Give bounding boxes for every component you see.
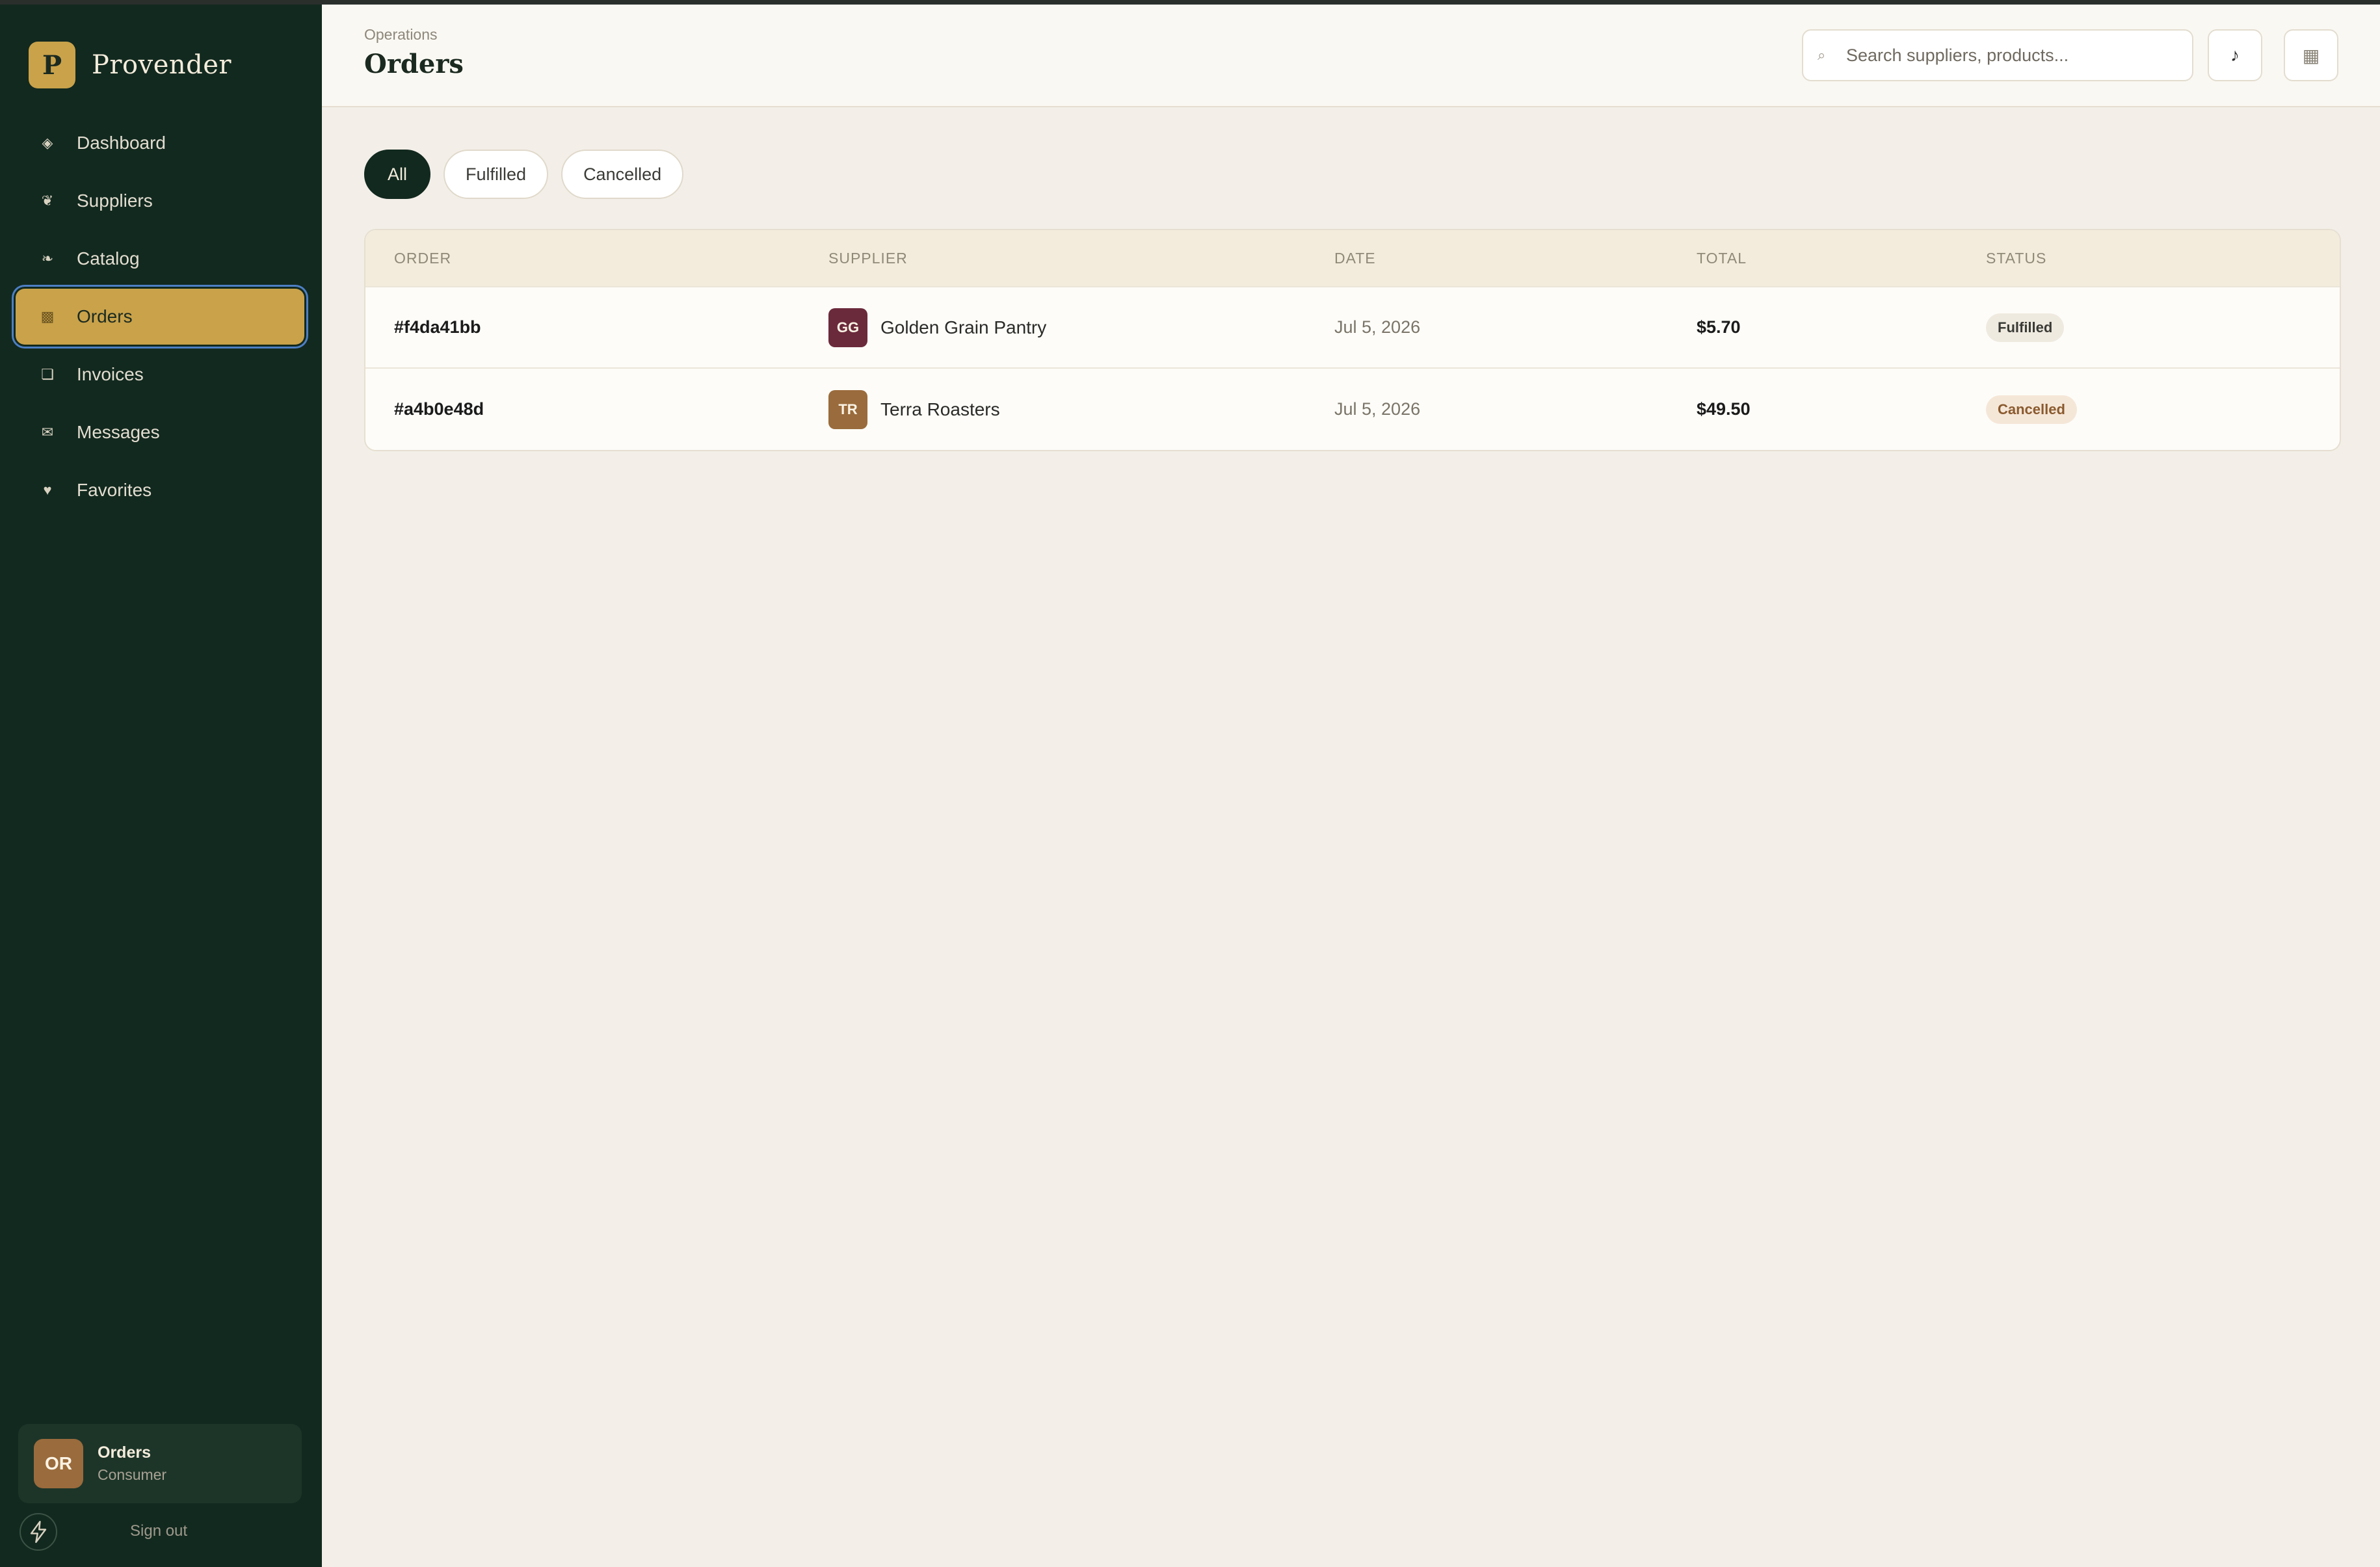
order-id[interactable]: #a4b0e48d	[394, 399, 484, 419]
brand-name: Provender	[92, 50, 232, 80]
table-row[interactable]: #a4b0e48d TR Terra Roasters Jul 5, 2026 …	[365, 369, 2340, 450]
sidebar-item-favorites[interactable]: ♥ Favorites	[16, 462, 304, 518]
sidebar-item-suppliers[interactable]: ❦ Suppliers	[16, 173, 304, 229]
order-date: Jul 5, 2026	[1334, 399, 1421, 419]
filter-all[interactable]: All	[364, 150, 431, 199]
filter-tabs: All Fulfilled Cancelled	[364, 150, 696, 199]
diamond-icon: ◈	[42, 135, 53, 151]
supplier-avatar: TR	[828, 389, 867, 429]
sidebar-item-invoices[interactable]: ❏ Invoices	[16, 347, 304, 402]
user-role: Consumer	[98, 1466, 167, 1483]
sign-out-link[interactable]: Sign out	[130, 1522, 187, 1540]
grid-icon: ▦	[2302, 45, 2320, 66]
sidebar-item-label: Dashboard	[77, 133, 166, 153]
avatar: OR	[34, 1439, 83, 1488]
search-icon: ⌕	[1818, 47, 1826, 63]
heart-icon: ♥	[43, 482, 52, 498]
leaf-icon: ❧	[41, 250, 54, 267]
table-row[interactable]: #f4da41bb GG Golden Grain Pantry Jul 5, …	[365, 287, 2340, 369]
supplier-avatar: GG	[828, 308, 867, 347]
brand-logo: P	[29, 42, 75, 88]
sidebar-item-label: Messages	[77, 422, 160, 442]
column-header-date[interactable]: DATE	[1334, 250, 1376, 267]
supplier-name: Golden Grain Pantry	[880, 317, 1047, 337]
sidebar-item-label: Suppliers	[77, 191, 153, 211]
order-total: $49.50	[1697, 399, 1751, 419]
box-icon: ▩	[40, 308, 55, 324]
filter-fulfilled[interactable]: Fulfilled	[443, 150, 549, 199]
sidebar-item-label: Favorites	[77, 480, 152, 500]
status-cell: Cancelled	[1986, 395, 2077, 424]
envelope-icon: ✉	[41, 424, 54, 440]
sidebar-item-orders[interactable]: ▩ Orders	[16, 289, 304, 345]
status-cell: Fulfilled	[1986, 313, 2065, 342]
header: Operations Orders ⌕ ♪ ▦	[322, 5, 2380, 107]
music-button[interactable]: ♪	[2208, 29, 2262, 81]
sidebar-item-label: Orders	[77, 306, 133, 326]
user-info: Orders Consumer	[98, 1443, 166, 1484]
status-badge: Cancelled	[1986, 395, 2077, 424]
search-box[interactable]: ⌕	[1802, 29, 2193, 81]
orders-table: ORDER SUPPLIER DATE TOTAL STATUS #f4da41…	[364, 229, 2341, 451]
bolt-icon[interactable]	[20, 1513, 57, 1551]
sidebar-item-label: Catalog	[77, 248, 140, 269]
order-total: $5.70	[1697, 317, 1741, 337]
app-window: P Provender ◈ Dashboard ❦ Suppliers ❧ Ca…	[0, 0, 2380, 1567]
sidebar-nav: ◈ Dashboard ❦ Suppliers ❧ Catalog ▩ Orde…	[16, 115, 304, 520]
brand[interactable]: P Provender	[29, 42, 231, 88]
user-name: Orders	[98, 1443, 151, 1462]
sidebar-item-catalog[interactable]: ❧ Catalog	[16, 231, 304, 287]
apple-icon: ❦	[41, 192, 54, 209]
supplier-cell: GG Golden Grain Pantry	[828, 308, 1046, 347]
supplier-cell: TR Terra Roasters	[828, 389, 1000, 429]
column-header-status[interactable]: STATUS	[1986, 250, 2046, 267]
bolt-icon-svg	[30, 1521, 47, 1543]
sidebar-item-dashboard[interactable]: ◈ Dashboard	[16, 115, 304, 171]
table-header: ORDER SUPPLIER DATE TOTAL STATUS	[365, 230, 2340, 287]
main-content: Operations Orders ⌕ ♪ ▦ All Fulfilled Ca…	[322, 5, 2380, 1567]
status-badge: Fulfilled	[1986, 313, 2065, 342]
sidebar-item-messages[interactable]: ✉ Messages	[16, 404, 304, 460]
search-input[interactable]	[1846, 45, 2184, 66]
grid-button[interactable]: ▦	[2284, 29, 2338, 81]
column-header-order[interactable]: ORDER	[394, 250, 451, 267]
music-note-icon: ♪	[2230, 45, 2240, 65]
supplier-name: Terra Roasters	[880, 399, 1000, 419]
order-id[interactable]: #f4da41bb	[394, 317, 481, 337]
page-title: Orders	[364, 49, 464, 79]
breadcrumb[interactable]: Operations	[364, 26, 438, 44]
column-header-supplier[interactable]: SUPPLIER	[828, 250, 908, 267]
sidebar: P Provender ◈ Dashboard ❦ Suppliers ❧ Ca…	[0, 5, 322, 1567]
order-date: Jul 5, 2026	[1334, 317, 1421, 337]
document-icon: ❏	[41, 366, 54, 382]
sidebar-item-label: Invoices	[77, 364, 144, 384]
user-card[interactable]: OR Orders Consumer	[18, 1424, 302, 1503]
column-header-total[interactable]: TOTAL	[1697, 250, 1747, 267]
filter-cancelled[interactable]: Cancelled	[561, 150, 684, 199]
